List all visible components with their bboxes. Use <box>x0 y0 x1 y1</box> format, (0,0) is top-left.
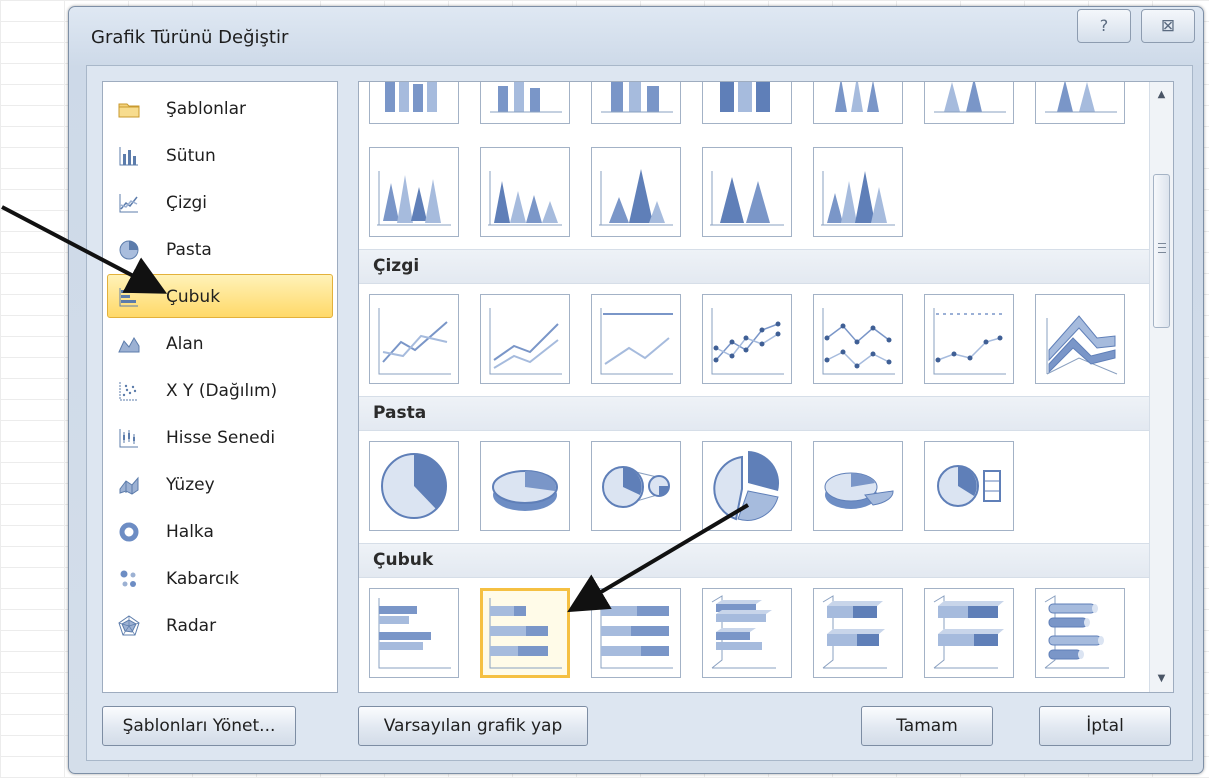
annotation-arrows <box>1 205 750 613</box>
arrow-to-bar-category-icon <box>1 205 168 294</box>
arrow-to-stacked-bar-icon <box>567 503 750 613</box>
